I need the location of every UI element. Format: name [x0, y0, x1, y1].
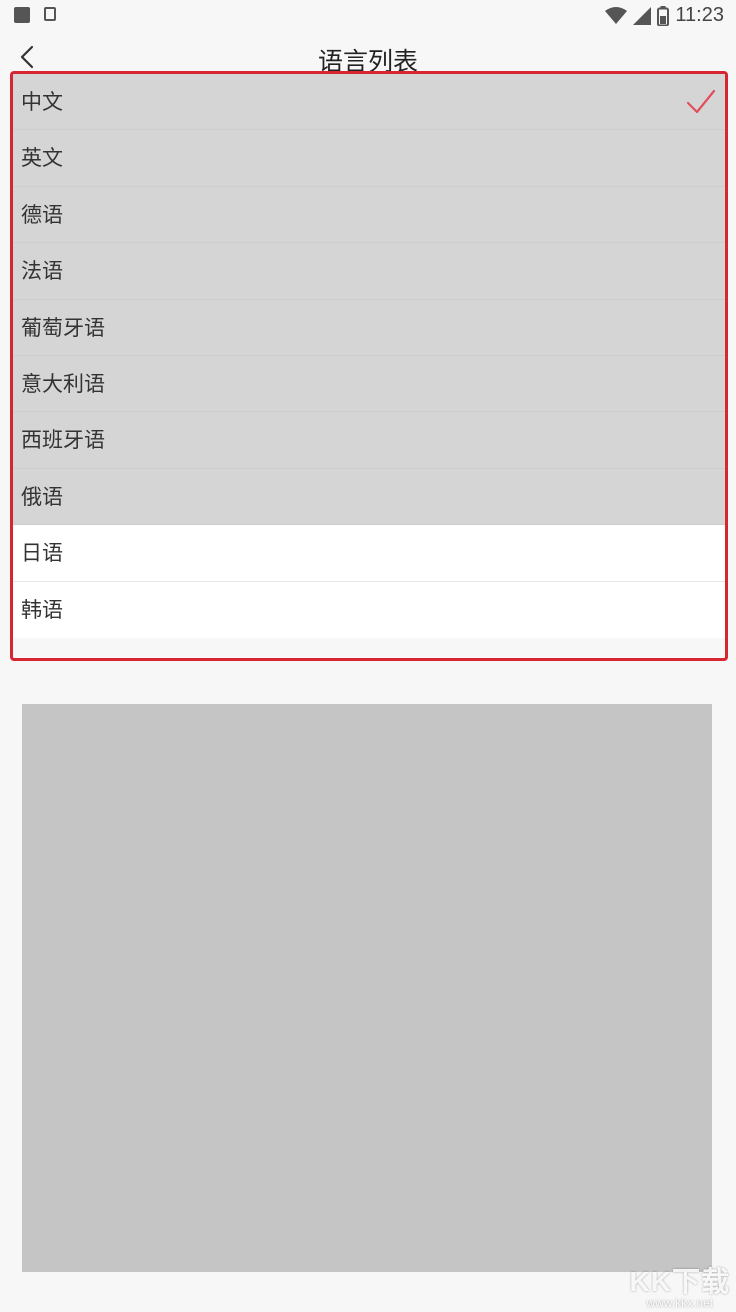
language-list: 中文 英文 德语 法语 葡萄牙语 意大利语 西班牙语 俄语 日语 韩语: [10, 71, 728, 661]
status-bar: 11:23: [0, 0, 736, 32]
language-label: 俄语: [21, 484, 63, 509]
notification-square-icon: [14, 7, 30, 23]
content-placeholder: [22, 704, 712, 1272]
language-item-chinese[interactable]: 中文: [13, 74, 725, 131]
wifi-icon: [605, 6, 628, 24]
language-label: 英文: [21, 146, 63, 171]
language-label: 德语: [21, 202, 63, 227]
sim-icon: [44, 7, 56, 21]
language-item-spanish[interactable]: 西班牙语: [13, 412, 725, 469]
checkmark-icon: [686, 89, 716, 114]
signal-icon: [633, 6, 652, 25]
language-item-russian[interactable]: 俄语: [13, 468, 725, 526]
language-item-german[interactable]: 德语: [13, 186, 725, 244]
language-label: 法语: [21, 259, 63, 284]
status-time: 11:23: [675, 4, 724, 26]
watermark-logo: KK下载: [629, 1266, 730, 1297]
language-item-portuguese[interactable]: 葡萄牙语: [13, 299, 725, 356]
language-label: 西班牙语: [21, 428, 105, 453]
language-item-french[interactable]: 法语: [13, 243, 725, 300]
language-item-korean[interactable]: 韩语: [13, 581, 725, 638]
language-item-english[interactable]: 英文: [13, 130, 725, 187]
language-label: 中文: [21, 90, 63, 114]
language-label: 日语: [21, 541, 63, 566]
language-label: 韩语: [21, 597, 63, 622]
language-label: 意大利语: [21, 371, 105, 396]
battery-icon: [657, 5, 670, 26]
language-label: 葡萄牙语: [21, 315, 105, 340]
language-item-italian[interactable]: 意大利语: [13, 355, 725, 413]
watermark: KK下载 www.kkx.net: [630, 1260, 730, 1310]
language-item-japanese[interactable]: 日语: [13, 525, 725, 582]
